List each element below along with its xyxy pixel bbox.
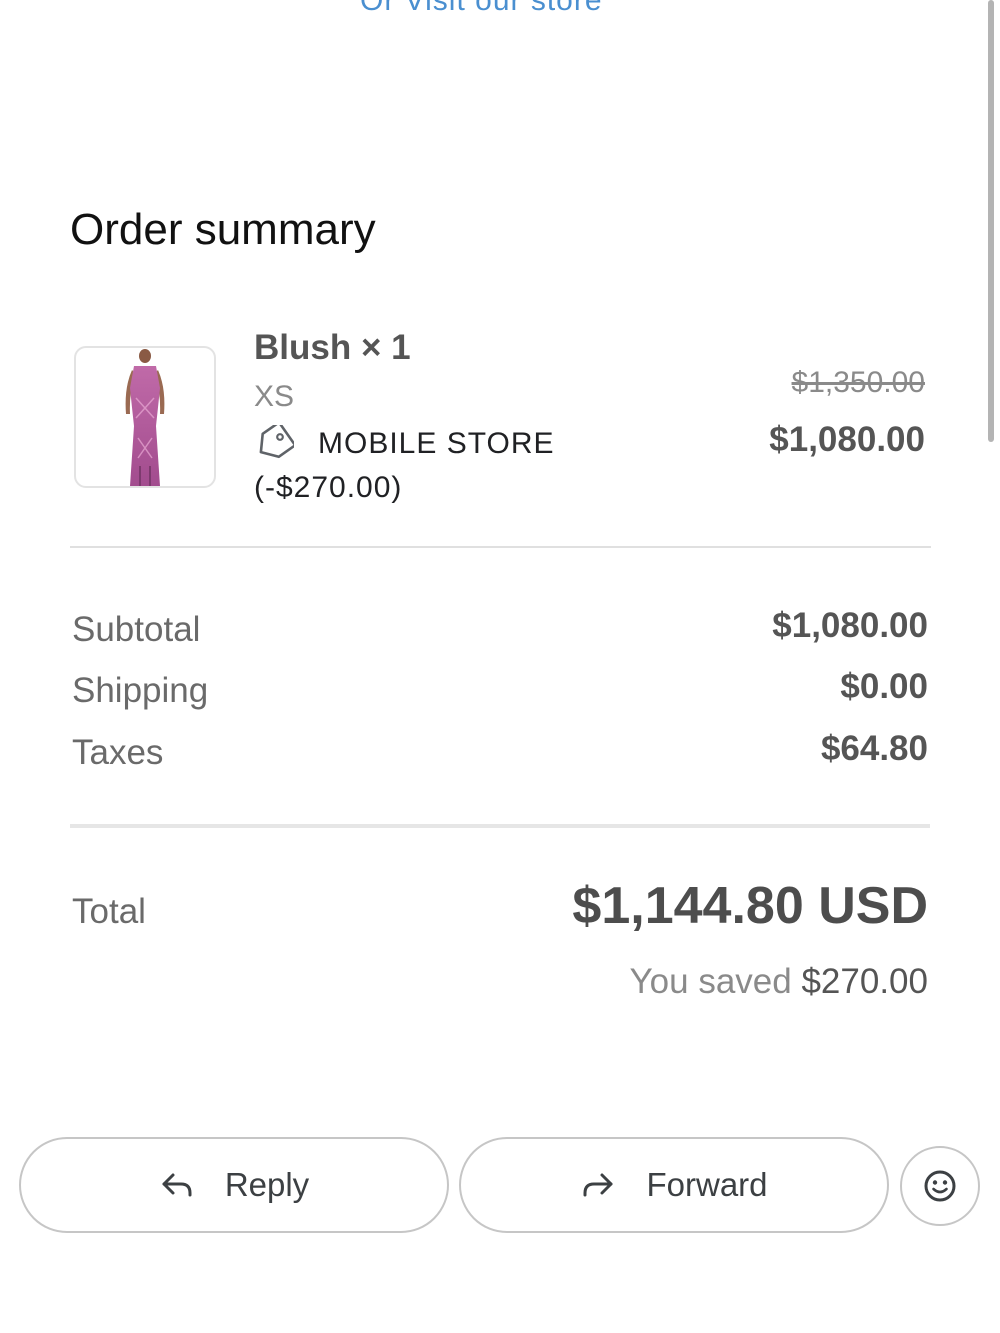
order-summary-title: Order summary	[70, 205, 376, 254]
reply-arrow-icon	[162, 1173, 192, 1197]
subtotal-label: Subtotal	[72, 610, 201, 649]
smiley-icon	[924, 1170, 956, 1202]
original-price: $1,350.00	[791, 366, 925, 399]
divider	[70, 546, 931, 548]
forward-label: Forward	[646, 1166, 768, 1203]
shipping-label: Shipping	[72, 671, 209, 710]
reply-button[interactable]: Reply	[19, 1137, 449, 1233]
divider	[70, 824, 930, 828]
subtotal-value: $1,080.00	[772, 606, 928, 645]
forward-arrow-icon	[583, 1173, 613, 1197]
total-label: Total	[72, 892, 146, 931]
emoji-reaction-button[interactable]	[900, 1146, 980, 1226]
savings-note: You saved $270.00	[630, 962, 928, 1002]
visit-store-link[interactable]: Or Visit our store	[360, 0, 603, 18]
reply-label: Reply	[224, 1166, 310, 1203]
taxes-value: $64.80	[820, 729, 928, 768]
dress-image	[125, 349, 165, 486]
savings-label: You saved	[629, 962, 792, 1001]
forward-button[interactable]: Forward	[459, 1137, 889, 1233]
taxes-label: Taxes	[72, 733, 164, 772]
total-value: $1,144.80 USD	[572, 877, 928, 935]
item-name: Blush × 1	[254, 328, 411, 367]
final-price: $1,080.00	[769, 420, 925, 459]
shipping-value: $0.00	[840, 667, 928, 706]
discount-code: MOBILE STORE (-$270.00)	[254, 427, 555, 504]
item-variant: XS	[254, 380, 295, 413]
scrollbar[interactable]	[988, 0, 994, 442]
savings-amount: $270.00	[801, 962, 928, 1001]
product-thumbnail	[74, 346, 216, 488]
email-order-page: Or Visit our store Order summary Blush ×…	[0, 0, 1000, 1333]
